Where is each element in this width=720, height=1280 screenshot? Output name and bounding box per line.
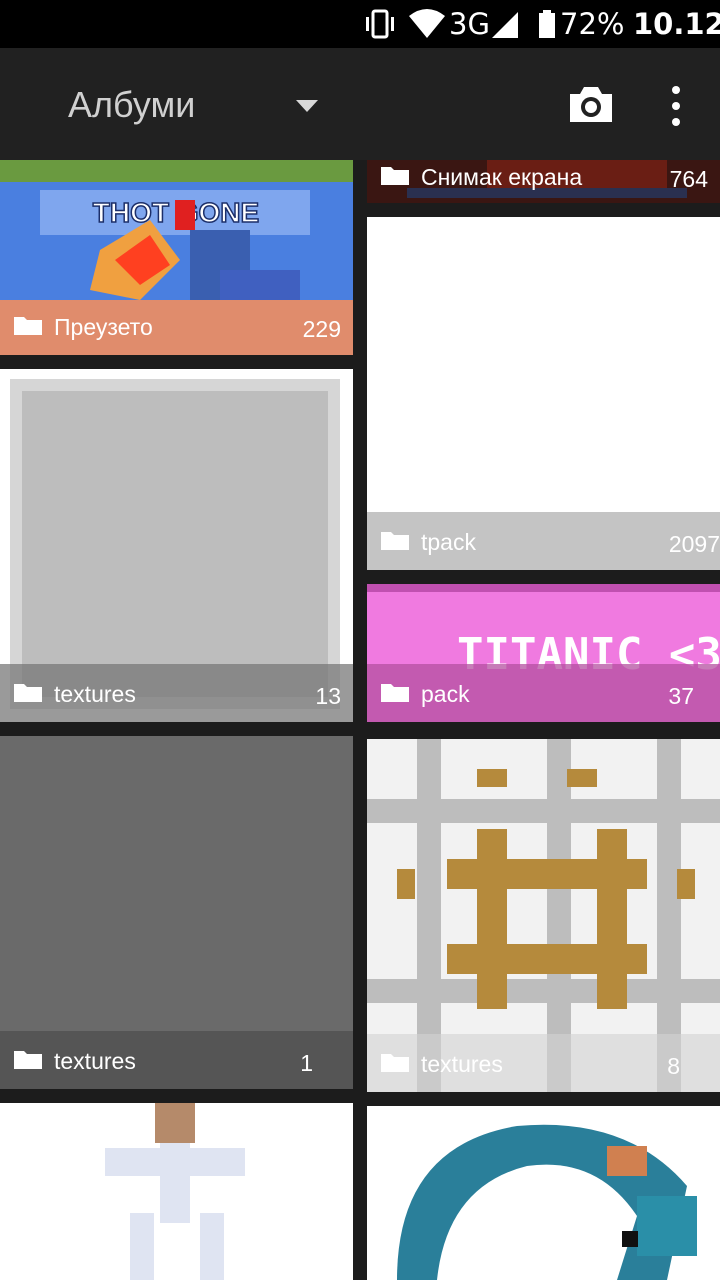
album-name: textures [54, 681, 136, 707]
album-caption: textures 1 [0, 1031, 353, 1089]
wifi-icon [409, 9, 445, 38]
folder-icon [14, 317, 42, 335]
album-count: 229 [302, 316, 341, 342]
signal-icon [492, 12, 518, 38]
battery-icon [539, 10, 555, 38]
vibrate-icon [366, 9, 394, 39]
folder-icon [381, 167, 409, 185]
album-caption: pack 37 [367, 664, 720, 722]
album-tile[interactable] [0, 1103, 353, 1280]
dropdown-arrow-icon[interactable] [296, 100, 318, 112]
album-caption: Снимак екрана 764 [367, 160, 720, 203]
overflow-menu-icon[interactable] [664, 84, 688, 128]
album-name: pack [421, 681, 470, 707]
album-caption: Преузето 229 [0, 297, 353, 355]
album-tile[interactable]: THOT GONE Преузето 229 [0, 160, 353, 355]
album-thumbnail [105, 1103, 245, 1280]
album-caption: tpack 2097 [367, 512, 720, 570]
clock: 10.12 [633, 7, 720, 41]
album-count: 764 [669, 166, 708, 192]
folder-icon [381, 684, 409, 702]
album-tile[interactable]: textures 13 [0, 369, 353, 722]
folder-icon [14, 684, 42, 702]
album-count: 8 [667, 1053, 680, 1079]
album-tile[interactable]: textures 8 [367, 739, 720, 1092]
album-name: textures [54, 1048, 136, 1074]
album-tile[interactable]: textures 1 [0, 736, 353, 1089]
album-tile[interactable]: tpack 2097 [367, 217, 720, 570]
album-thumbnail [397, 1124, 697, 1280]
album-name: Снимак екрана [421, 164, 583, 190]
album-count: 1 [300, 1050, 313, 1076]
folder-icon [381, 1054, 409, 1072]
album-name: tpack [421, 529, 476, 555]
album-caption: textures 13 [0, 664, 353, 722]
album-caption: textures 8 [367, 1034, 720, 1092]
folder-icon [381, 532, 409, 550]
status-bar: 3G 72% 10.12 [0, 0, 720, 48]
folder-icon [14, 1051, 42, 1069]
album-grid: THOT GONE Преузето 229 Снимак екрана 764 [0, 160, 720, 1280]
album-count: 37 [668, 683, 694, 709]
album-tile[interactable]: Снимак екрана 764 [367, 160, 720, 203]
album-name: textures [421, 1051, 503, 1077]
album-filter-title[interactable]: Албуми [68, 84, 195, 126]
action-bar: Албуми [0, 48, 720, 160]
battery-percent: 72% [560, 7, 625, 41]
album-count: 2097 [668, 531, 720, 557]
album-count: 13 [315, 683, 341, 709]
album-tile[interactable] [367, 1106, 720, 1280]
camera-icon[interactable] [566, 84, 616, 124]
album-tile[interactable]: TITANIC <3 pack 37 [367, 584, 720, 722]
network-type: 3G [449, 7, 490, 41]
album-name: Преузето [54, 314, 153, 340]
